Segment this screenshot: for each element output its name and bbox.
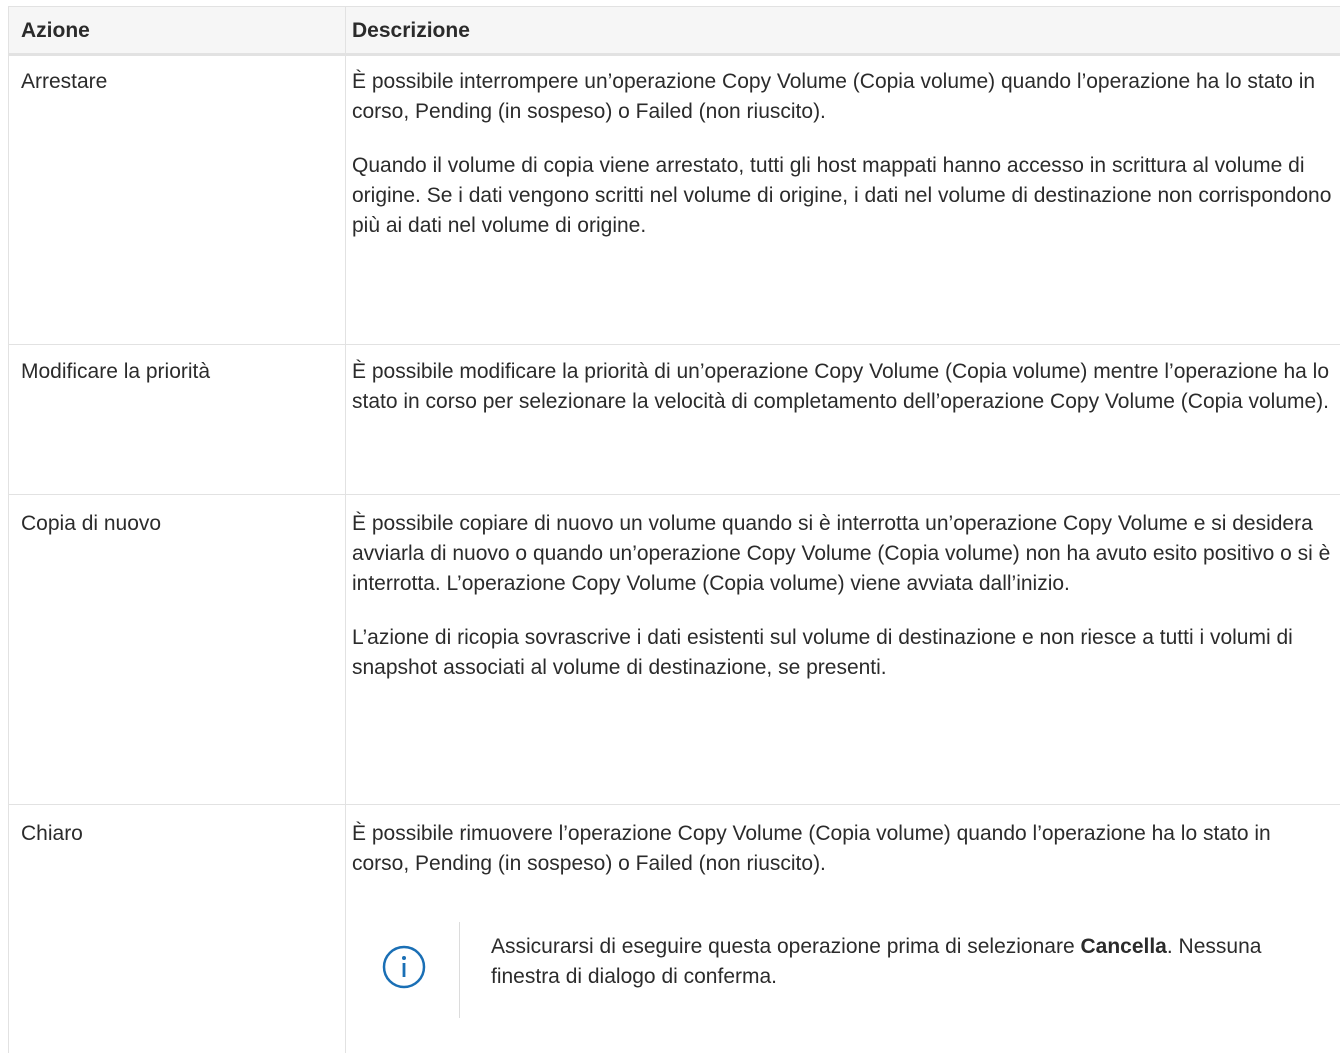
- row-divider: [9, 344, 1340, 345]
- description-paragraph: È possibile rimuovere l’operazione Copy …: [352, 822, 1271, 875]
- note-text: Assicurarsi di eseguire questa operazion…: [491, 932, 1311, 992]
- description-paragraph: Quando il volume di copia viene arrestat…: [352, 154, 1332, 237]
- description-paragraph: È possibile modificare la priorità di un…: [352, 360, 1330, 413]
- column-header-description: Descrizione: [352, 19, 470, 42]
- note-bold-term: Cancella: [1080, 935, 1167, 958]
- row-description-recopy: È possibile copiare di nuovo un volume q…: [352, 509, 1332, 707]
- row-action-stop: Arrestare: [21, 70, 108, 93]
- description-paragraph: L’azione di ricopia sovrascrive i dati e…: [352, 626, 1293, 679]
- admonition-note: Assicurarsi di eseguire questa operazion…: [343, 922, 1323, 1018]
- row-divider: [9, 804, 1340, 805]
- row-description-clear: È possibile rimuovere l’operazione Copy …: [352, 819, 1332, 903]
- row-description-stop: È possibile interrompere un’operazione C…: [352, 67, 1332, 265]
- note-text-before: Assicurarsi di eseguire questa operazion…: [491, 935, 1081, 958]
- info-icon: [382, 945, 426, 989]
- row-divider: [9, 494, 1340, 495]
- note-divider: [459, 922, 460, 1018]
- row-action-change-priority: Modificare la priorità: [21, 360, 211, 383]
- row-action-clear: Chiaro: [21, 822, 83, 845]
- column-header-action: Azione: [21, 19, 90, 42]
- column-divider: [345, 6, 346, 1053]
- description-paragraph: È possibile copiare di nuovo un volume q…: [352, 512, 1331, 595]
- actions-table: Azione Descrizione Arrestare È possibile…: [8, 6, 1340, 1053]
- description-paragraph: È possibile interrompere un’operazione C…: [352, 70, 1316, 123]
- table-header-row: Azione Descrizione: [9, 6, 1340, 56]
- row-action-recopy: Copia di nuovo: [21, 512, 162, 535]
- row-description-change-priority: È possibile modificare la priorità di un…: [352, 357, 1332, 441]
